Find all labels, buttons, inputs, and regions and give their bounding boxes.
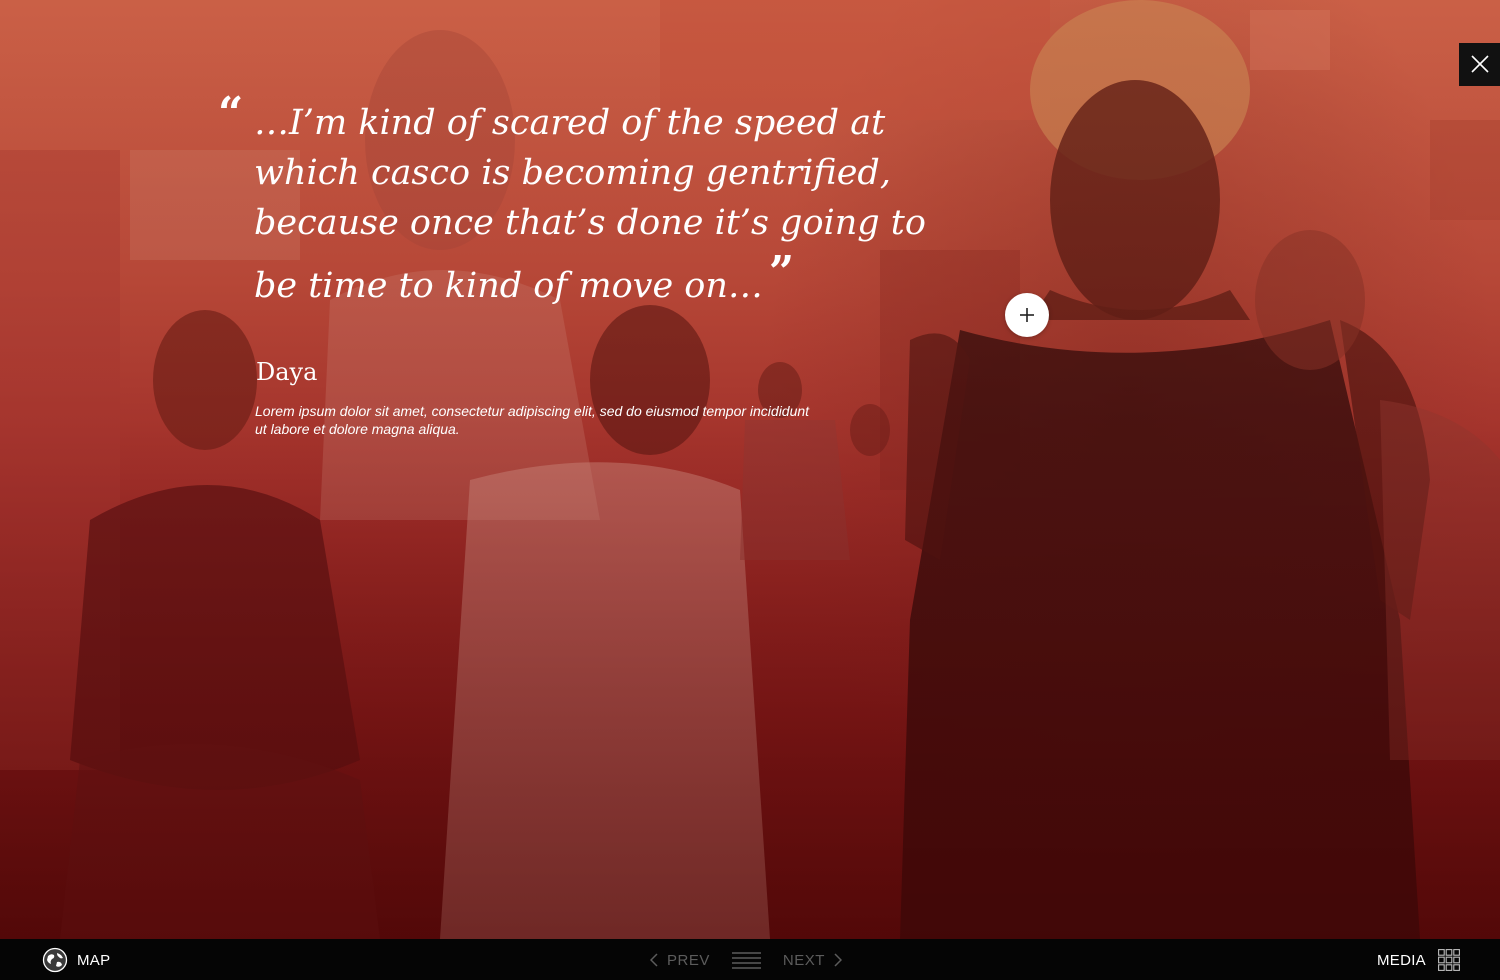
map-label: MAP [77, 951, 111, 969]
speaker-description: Lorem ipsum dolor sit amet, consectetur … [255, 403, 810, 437]
map-button[interactable]: MAP [42, 947, 110, 973]
speaker-name: Daya [256, 358, 318, 386]
prev-button[interactable]: PREV [650, 952, 710, 969]
close-quote-mark: ” [768, 247, 795, 298]
bottom-navigation-bar: MAP PREV NEXT MEDIA [0, 939, 1500, 980]
pull-quote: “ …I’m kind of scared of the speed at wh… [218, 92, 978, 311]
media-label: MEDIA [1376, 951, 1426, 969]
quote-text: …I’m kind of scared of the speed at whic… [254, 103, 926, 306]
open-quote-mark: “ [218, 88, 244, 139]
globe-icon [42, 947, 68, 973]
next-button[interactable]: NEXT [783, 952, 842, 969]
close-button[interactable] [1459, 43, 1500, 86]
hero-background: “ …I’m kind of scared of the speed at wh… [0, 0, 1500, 939]
speaker-info: Daya Lorem ipsum dolor sit amet, consect… [255, 356, 815, 438]
next-label: NEXT [782, 951, 825, 969]
list-icon[interactable] [731, 951, 761, 969]
hotspot-plus-button[interactable] [1005, 293, 1049, 337]
grid-icon [1438, 949, 1460, 971]
chevron-left-icon [650, 953, 658, 967]
pager: PREV NEXT [650, 949, 842, 971]
prev-label: PREV [667, 951, 710, 969]
media-button[interactable]: MEDIA [1377, 948, 1460, 972]
quote-body: …I’m kind of scared of the speed at whic… [254, 98, 974, 311]
close-icon [1471, 55, 1489, 73]
plus-icon [1020, 308, 1034, 322]
chevron-right-icon [834, 953, 842, 967]
